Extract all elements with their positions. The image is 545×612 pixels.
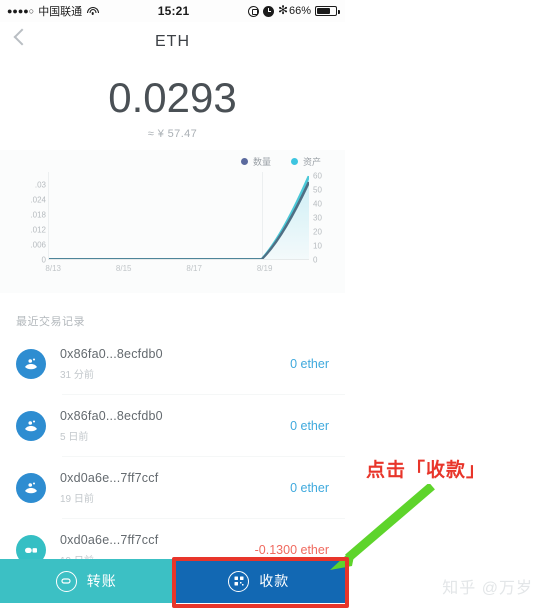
transaction-amount: 0 ether	[290, 357, 329, 371]
chart-y-axis-right: 0 10 20 30 40 50 60	[313, 171, 339, 265]
transaction-info: 0x86fa0...8ecfdb0 5 日前	[46, 409, 290, 443]
transfer-button[interactable]: 转账	[0, 559, 173, 603]
phone-screen: ●●●●○ 中国联通 15:21 ✻ 66% ETH 0.0293 ≈ ¥ 57…	[0, 0, 345, 612]
chart-y-axis-left: 0 .006 .012 .018 .024 .03	[10, 172, 46, 265]
action-bar: 转账 收款	[0, 559, 345, 603]
annotation-text: 点击「收款」	[366, 460, 487, 481]
chart-series-svg	[49, 175, 309, 259]
transaction-info: 0x86fa0...8ecfdb0 31 分前	[46, 347, 290, 381]
transfer-icon	[55, 570, 77, 592]
x-tick: 8/17	[186, 264, 202, 273]
legend-label-quantity: 数量	[252, 157, 271, 167]
transaction-list: 最近交易记录 0x86fa0...8ecfdb0 31 分前 0 ether 0…	[0, 293, 345, 581]
chart-plot: 0 .006 .012 .018 .024 .03 0 10 20 30 40 …	[0, 171, 345, 274]
status-bar-left: ●●●●○ 中国联通	[7, 3, 99, 19]
y-right-tick: 20	[313, 227, 322, 237]
receive-icon	[16, 473, 46, 503]
x-tick: 8/19	[256, 264, 273, 273]
transaction-time: 31 分前	[60, 370, 94, 381]
y-right-tick: 50	[313, 185, 322, 195]
table-row[interactable]: 0x86fa0...8ecfdb0 31 分前 0 ether	[0, 333, 345, 395]
rotation-lock-icon	[247, 5, 259, 17]
chart-plot-area	[48, 172, 309, 260]
bluetooth-icon: ✻	[277, 3, 289, 17]
transaction-time: 5 日前	[60, 432, 89, 443]
chart-legend: 数量 资产	[240, 155, 321, 168]
transaction-amount: 0 ether	[290, 419, 329, 433]
transaction-address: 0x86fa0...8ecfdb0	[60, 409, 163, 423]
legend-dot-quantity	[240, 158, 248, 165]
transaction-time: 19 日前	[60, 494, 94, 505]
balance-chart: 数量 资产 0 .006 .012 .018 .024 .03 0 10 20 …	[0, 150, 345, 293]
chart-line-asset	[49, 175, 309, 259]
home-indicator-area	[0, 603, 345, 612]
balance-amount: 0.0293	[108, 74, 237, 121]
arrow-down-left-icon	[330, 484, 435, 570]
y-left-tick: .024	[30, 195, 46, 205]
y-left-tick: .018	[30, 210, 46, 220]
y-left-tick: .012	[30, 225, 46, 235]
chart-x-axis: 8/13 8/15 8/17 8/19	[45, 264, 309, 278]
y-right-tick: 0	[313, 255, 318, 265]
wifi-icon	[86, 6, 99, 16]
status-bar-clock: 15:21	[157, 4, 190, 18]
table-row[interactable]: 0x86fa0...8ecfdb0 5 日前 0 ether	[0, 395, 345, 457]
y-right-tick: 30	[313, 213, 322, 223]
transaction-address: 0xd0a6e...7ff7ccf	[60, 533, 159, 547]
page-title: ETH	[155, 33, 190, 50]
table-row[interactable]: 0xd0a6e...7ff7ccf 19 日前 0 ether	[0, 457, 345, 519]
alarm-icon	[262, 5, 274, 17]
x-tick: 8/13	[45, 264, 62, 273]
carrier-label: 中国联通	[38, 6, 83, 18]
back-chevron-icon[interactable]	[13, 28, 31, 46]
legend-item-asset: 资产	[290, 155, 321, 168]
transaction-info: 0xd0a6e...7ff7ccf 19 日前	[46, 471, 290, 505]
status-bar: ●●●●○ 中国联通 15:21 ✻ 66%	[0, 0, 345, 22]
chart-area-asset	[49, 175, 309, 259]
transaction-address: 0xd0a6e...7ff7ccf	[60, 471, 159, 485]
transaction-list-title: 最近交易记录	[16, 316, 85, 328]
qrcode-icon	[228, 570, 250, 592]
balance-section: 0.0293 ≈ ¥ 57.47	[0, 62, 345, 140]
legend-item-quantity: 数量	[240, 155, 271, 168]
battery-icon	[315, 6, 340, 16]
nav-bar: ETH	[0, 22, 345, 62]
status-bar-right: ✻ 66%	[247, 3, 340, 17]
y-right-tick: 10	[313, 241, 322, 251]
transfer-button-label: 转账	[86, 573, 117, 589]
screenshot-root: ●●●●○ 中国联通 15:21 ✻ 66% ETH 0.0293 ≈ ¥ 57…	[0, 0, 545, 612]
y-left-tick: .006	[30, 240, 46, 250]
receive-button-label: 收款	[259, 573, 290, 589]
receive-icon	[16, 411, 46, 441]
y-right-tick: 60	[313, 171, 322, 181]
y-left-tick: .03	[34, 180, 46, 190]
legend-label-asset: 资产	[302, 157, 321, 167]
balance-fiat-value: ≈ ¥ 57.47	[147, 128, 198, 140]
transaction-address: 0x86fa0...8ecfdb0	[60, 347, 163, 361]
signal-dots-icon: ●●●●○	[7, 5, 35, 16]
watermark: 知乎 @万岁	[442, 580, 533, 597]
y-right-tick: 40	[313, 199, 322, 209]
legend-dot-asset	[290, 158, 298, 165]
receive-icon	[16, 349, 46, 379]
battery-percent-label: 66%	[288, 5, 311, 17]
x-tick: 8/15	[115, 264, 132, 273]
